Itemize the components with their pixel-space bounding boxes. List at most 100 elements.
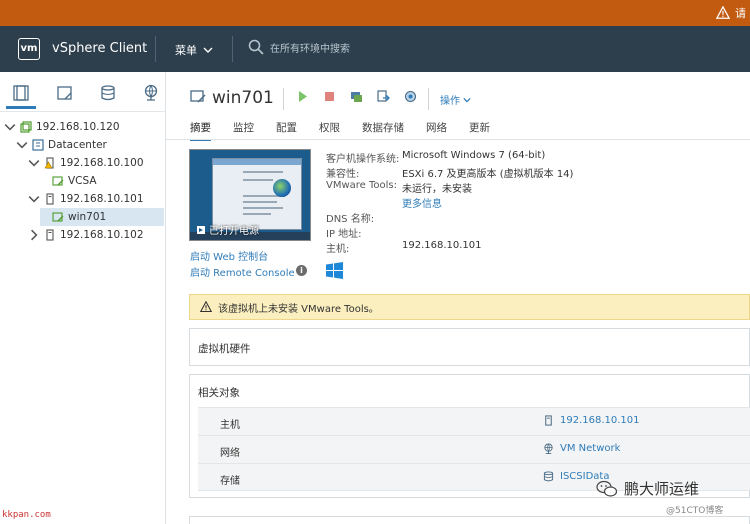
- chevron-down-icon: [203, 47, 213, 53]
- tree-node-label: VCSA: [68, 175, 97, 187]
- tab-configure[interactable]: 配置: [276, 120, 297, 141]
- vm-icon: [190, 89, 206, 108]
- next-card: [189, 516, 750, 524]
- tree-node-host-101[interactable]: 192.168.10.101: [28, 190, 164, 208]
- warning-icon: [716, 6, 730, 19]
- tree-node-vcsa[interactable]: VCSA: [52, 172, 164, 190]
- chevron-down-icon[interactable]: [28, 193, 40, 205]
- header-divider: [232, 36, 233, 62]
- vm-icon: [52, 176, 64, 186]
- prop-label: IP 地址:: [326, 229, 362, 240]
- prop-value: ESXi 6.7 及更高版本 (虚拟机版本 14): [402, 169, 574, 180]
- info-icon[interactable]: i: [296, 265, 307, 276]
- actions-menu-label: 操作: [440, 96, 460, 107]
- alert-warning[interactable]: 请: [716, 5, 746, 21]
- table-row: 网络 VM Network: [198, 435, 750, 463]
- related-network-link[interactable]: VM Network: [543, 443, 620, 454]
- tree-node-label: 192.168.10.101: [60, 193, 144, 205]
- tab-monitor[interactable]: 监控: [233, 120, 254, 141]
- alert-text: 请: [735, 7, 746, 20]
- global-search[interactable]: 在所有环境中搜索: [248, 39, 350, 55]
- prop-label: VMware Tools:: [326, 180, 398, 191]
- prop-value: 192.168.10.101: [402, 240, 482, 251]
- chevron-down-icon[interactable]: [28, 157, 40, 169]
- menu-button[interactable]: 菜单: [175, 42, 213, 58]
- card-title: 相关对象: [198, 387, 240, 399]
- more-info-link[interactable]: 更多信息: [402, 195, 442, 210]
- tree-node-label: win701: [68, 211, 107, 223]
- tree-node-label: 192.168.10.102: [60, 229, 144, 241]
- tree-node-host-100[interactable]: 192.168.10.100: [28, 154, 164, 172]
- power-state-text: 已打开电源: [209, 226, 259, 237]
- chevron-down-icon: [463, 97, 471, 102]
- toolbar-divider: [428, 88, 429, 110]
- tab-summary[interactable]: 摘要: [190, 120, 211, 141]
- vm-tabs: 摘要 监控 配置 权限 数据存储 网络 更新: [190, 120, 512, 141]
- launch-web-console-link[interactable]: 启动 Web 控制台: [190, 248, 268, 263]
- tree-node-host-102[interactable]: 192.168.10.102: [28, 226, 164, 244]
- vms-and-templates-icon[interactable]: [56, 84, 74, 102]
- networking-icon[interactable]: [142, 84, 160, 102]
- inventory-sidebar: 192.168.10.120 Datacenter 192.168.10.100…: [0, 72, 166, 524]
- toolbar-divider: [283, 88, 284, 110]
- vm-hardware-card[interactable]: 虚拟机硬件: [189, 328, 750, 366]
- related-value: VM Network: [560, 443, 621, 454]
- windows-logo-icon: [326, 262, 343, 279]
- vm-icon: [52, 212, 64, 222]
- power-state: 已打开电源: [196, 222, 259, 237]
- launch-remote-console-link[interactable]: 启动 Remote Console: [190, 264, 295, 279]
- source-watermark: kkpan.com: [2, 510, 51, 520]
- vm-name: win701: [212, 88, 274, 108]
- console-thumbnail[interactable]: 已打开电源: [189, 149, 311, 241]
- launch-console-icon[interactable]: [350, 90, 363, 103]
- related-key: 网络: [220, 448, 240, 459]
- related-key: 主机: [220, 420, 240, 431]
- tree-node-datacenter[interactable]: Datacenter: [16, 136, 164, 154]
- guest-window: [212, 158, 302, 230]
- tab-updates[interactable]: 更新: [469, 120, 490, 141]
- host-icon: [46, 229, 54, 241]
- tree-node-label: 192.168.10.100: [60, 157, 144, 169]
- vmware-logo[interactable]: vm: [18, 38, 40, 60]
- warning-icon: [200, 301, 212, 313]
- power-state-icon: [197, 225, 205, 234]
- chevron-right-icon[interactable]: [28, 229, 40, 241]
- vcenter-icon: [20, 121, 32, 133]
- related-key: 存储: [220, 476, 240, 487]
- header-divider: [155, 36, 156, 62]
- prop-value: Microsoft Windows 7 (64-bit): [402, 150, 546, 161]
- related-host-link[interactable]: 192.168.10.101: [543, 415, 640, 426]
- host-warning-icon: [44, 157, 54, 169]
- tree-node-win701[interactable]: win701: [40, 208, 164, 226]
- vm-actions-toolbar: [296, 90, 417, 103]
- alert-strip: 请: [0, 0, 750, 26]
- actions-menu-button[interactable]: 操作: [440, 92, 471, 107]
- wechat-icon: [596, 480, 618, 497]
- tab-underline: [166, 139, 750, 140]
- tab-permissions[interactable]: 权限: [319, 120, 340, 141]
- tree-node-label: 192.168.10.120: [36, 121, 120, 133]
- tab-datastores[interactable]: 数据存储: [362, 120, 404, 141]
- search-placeholder: 在所有环境中搜索: [270, 43, 350, 55]
- wechat-watermark: 鹏大师运维: [596, 478, 699, 499]
- prop-label: 主机:: [326, 244, 350, 255]
- vm-header: win701: [190, 88, 274, 108]
- search-icon: [248, 39, 264, 55]
- migrate-icon[interactable]: [377, 90, 390, 103]
- chevron-down-icon[interactable]: [16, 139, 28, 151]
- related-value: 192.168.10.101: [560, 415, 640, 426]
- power-off-icon[interactable]: [323, 90, 336, 103]
- storage-icon[interactable]: [99, 84, 117, 102]
- tree-node-vcenter[interactable]: 192.168.10.120: [4, 118, 164, 136]
- power-on-icon[interactable]: [296, 90, 309, 103]
- network-icon: [544, 443, 553, 454]
- hosts-and-clusters-icon[interactable]: [6, 84, 36, 109]
- app-title: vSphere Client: [52, 41, 148, 56]
- vm-summary-pane: win701 操作 摘要 监控 配置 权限 数据存储 网络 更新 已打开电源 启…: [166, 72, 750, 524]
- card-title: 虚拟机硬件: [198, 343, 251, 355]
- snapshot-icon[interactable]: [404, 90, 417, 103]
- table-row: 主机 192.168.10.101: [198, 407, 750, 435]
- prop-label: 客户机操作系统:: [326, 154, 400, 165]
- tab-networks[interactable]: 网络: [426, 120, 447, 141]
- chevron-down-icon[interactable]: [4, 121, 16, 133]
